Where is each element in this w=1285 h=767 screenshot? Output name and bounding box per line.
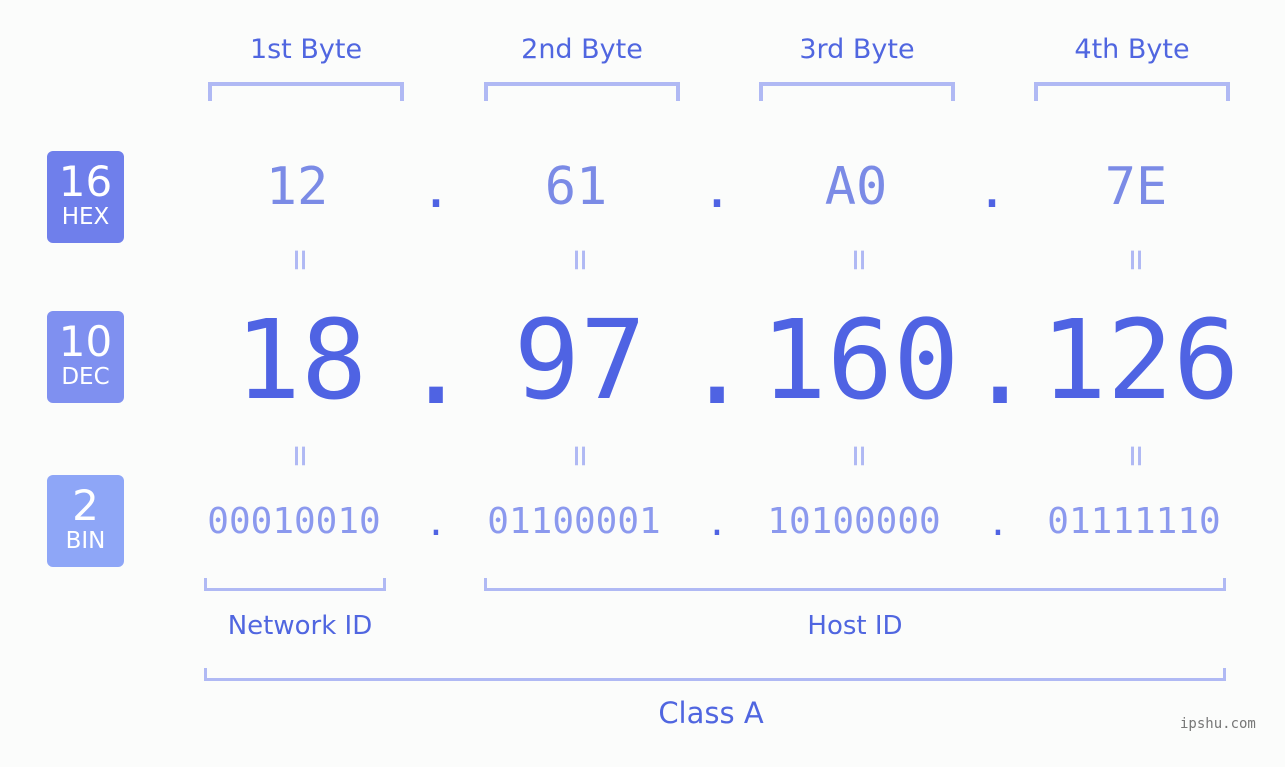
watermark: ipshu.com: [1180, 716, 1256, 732]
bin-byte-4: 01111110: [1047, 501, 1221, 542]
equals-dec-bin-2: =: [560, 445, 601, 467]
equals-dec-bin-1: =: [280, 445, 321, 467]
dec-byte-1: 18: [234, 296, 368, 424]
hex-dot-1: .: [420, 160, 452, 220]
class-bracket: [204, 668, 1226, 681]
dec-base: 10: [58, 317, 113, 366]
dec-badge: 10 DEC: [47, 311, 124, 403]
class-label: Class A: [658, 696, 764, 730]
dec-byte-4: 126: [1040, 296, 1240, 424]
byte-bracket-2: [484, 82, 680, 101]
host-id-bracket: [484, 578, 1226, 591]
bin-byte-3: 10100000: [767, 501, 941, 542]
hex-dot-2: .: [701, 160, 733, 220]
hex-byte-4: 7E: [1104, 157, 1168, 217]
hex-byte-3: A0: [824, 157, 888, 217]
hex-label: HEX: [61, 204, 110, 230]
bin-label: BIN: [65, 528, 106, 554]
dec-byte-2: 97: [513, 296, 647, 424]
hex-base: 16: [58, 157, 113, 206]
byte-header-3: 3rd Byte: [799, 34, 915, 65]
bin-badge: 2 BIN: [47, 475, 124, 567]
equals-dec-bin-3: =: [839, 445, 880, 467]
byte-header-1: 1st Byte: [249, 34, 363, 65]
dec-dot-3: .: [967, 301, 1034, 429]
hex-byte-1: 12: [265, 157, 329, 217]
equals-hex-dec-1: =: [280, 249, 321, 271]
byte-bracket-3: [759, 82, 955, 101]
hex-badge: 16 HEX: [47, 151, 124, 243]
byte-header-4: 4th Byte: [1074, 34, 1190, 65]
dec-byte-3: 160: [760, 296, 960, 424]
network-id-label: Network ID: [227, 611, 373, 641]
bin-base: 2: [72, 481, 99, 530]
dec-dot-1: .: [403, 301, 470, 429]
network-id-bracket: [204, 578, 386, 591]
byte-bracket-4: [1034, 82, 1230, 101]
bin-byte-1: 00010010: [207, 501, 381, 542]
hex-byte-2: 61: [544, 157, 608, 217]
byte-bracket-1: [208, 82, 404, 101]
equals-hex-dec-2: =: [560, 249, 601, 271]
dec-dot-2: .: [684, 301, 751, 429]
equals-hex-dec-3: =: [839, 249, 880, 271]
equals-dec-bin-4: =: [1116, 445, 1157, 467]
equals-hex-dec-4: =: [1116, 249, 1157, 271]
host-id-label: Host ID: [807, 611, 903, 641]
bin-byte-2: 01100001: [487, 501, 661, 542]
hex-dot-3: .: [976, 160, 1008, 220]
byte-header-2: 2nd Byte: [521, 34, 643, 65]
dec-label: DEC: [61, 364, 110, 390]
